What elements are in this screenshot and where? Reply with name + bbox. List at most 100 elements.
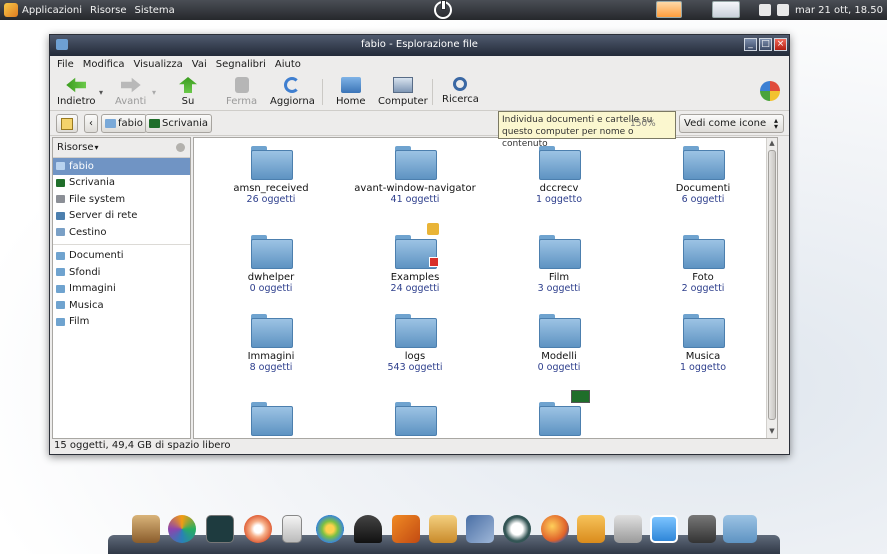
folder-item-dwhelper[interactable]: dwhelper 0 oggetti xyxy=(201,235,341,294)
breadcrumb-scroll-left-button[interactable]: ‹ xyxy=(84,114,98,133)
music-folder-icon[interactable] xyxy=(577,515,605,543)
maximize-button[interactable]: □ xyxy=(759,38,772,51)
gimp-icon[interactable] xyxy=(132,515,160,543)
breadcrumb-scrivania[interactable]: Scrivania xyxy=(145,114,213,133)
folder-item-foto[interactable]: Foto 2 oggetti xyxy=(633,235,773,294)
computer-button[interactable]: Computer xyxy=(378,77,428,107)
terminal-icon[interactable] xyxy=(206,515,234,543)
folder-icon xyxy=(539,314,581,348)
search-button[interactable]: Ricerca xyxy=(442,77,479,105)
folder-item-amsn-received[interactable]: amsn_received 26 oggetti xyxy=(201,146,341,205)
file-icon-view[interactable]: amsn_received 26 oggetti avant-window-na… xyxy=(193,137,778,439)
sidebar-item-immagini[interactable]: Immagini xyxy=(53,281,190,298)
sidebar-item-musica[interactable]: Musica xyxy=(53,297,190,314)
folder-item-documenti[interactable]: Documenti 6 oggetti xyxy=(633,146,773,205)
folder-count: 543 oggetti xyxy=(387,362,443,373)
chat-icon[interactable] xyxy=(650,515,678,543)
forward-label: Avanti xyxy=(115,96,147,107)
nautilus-icon[interactable] xyxy=(354,515,382,543)
sidebar-item-server-di-rete[interactable]: Server di rete xyxy=(53,208,190,225)
folder-item[interactable] xyxy=(489,390,629,438)
folder-count: 1 oggetto xyxy=(679,362,727,373)
sidebar-item-cestino[interactable]: Cestino xyxy=(53,224,190,241)
back-button[interactable]: Indietro xyxy=(57,77,96,107)
folder-icon[interactable] xyxy=(723,515,757,543)
sidebar-item-scrivania[interactable]: Scrivania xyxy=(53,175,190,192)
sidebar-item-documenti[interactable]: Documenti xyxy=(53,248,190,265)
folder-item-musica[interactable]: Musica 1 oggetto xyxy=(633,314,773,373)
minimize-button[interactable]: _ xyxy=(744,38,757,51)
close-button[interactable]: × xyxy=(774,38,787,51)
sidebar-item-file-system[interactable]: File system xyxy=(53,191,190,208)
up-arrow-icon xyxy=(179,77,197,93)
settings-icon[interactable] xyxy=(688,515,716,543)
forward-history-chevron-icon[interactable]: ▾ xyxy=(152,88,156,97)
menu-modifica[interactable]: Modifica xyxy=(83,59,125,70)
vertical-scrollbar[interactable]: ▲ ▼ xyxy=(766,138,777,438)
menu-vai[interactable]: Vai xyxy=(192,59,207,70)
menu-aiuto[interactable]: Aiuto xyxy=(275,59,301,70)
stop-button[interactable]: Ferma xyxy=(226,77,257,107)
power-icon[interactable] xyxy=(434,0,452,19)
msn-icon[interactable] xyxy=(168,515,196,543)
sidebar-item-film[interactable]: Film xyxy=(53,314,190,331)
molecule-icon[interactable] xyxy=(316,515,344,543)
taskbar-window-button[interactable] xyxy=(712,1,740,18)
menu-sistema[interactable]: Sistema xyxy=(135,5,175,16)
menu-segnalibri[interactable]: Segnalibri xyxy=(216,59,266,70)
network-icon[interactable] xyxy=(503,515,531,543)
breadcrumb-scrivania-label: Scrivania xyxy=(162,118,209,129)
menu-applicazioni[interactable]: Applicazioni xyxy=(22,5,82,16)
volume-icon[interactable] xyxy=(776,4,789,16)
distro-logo-icon[interactable] xyxy=(4,3,18,17)
menu-visualizza[interactable]: Visualizza xyxy=(134,59,183,70)
screenshot-icon[interactable] xyxy=(466,515,494,543)
sidebar-header[interactable]: Risorse ▾ xyxy=(53,138,190,158)
firefox-icon[interactable] xyxy=(541,515,569,543)
reload-button[interactable]: Aggiorna xyxy=(270,77,315,107)
toggle-location-entry-button[interactable] xyxy=(56,114,78,133)
cd-burner-icon[interactable] xyxy=(244,515,272,543)
sidebar-item-sfondi[interactable]: Sfondi xyxy=(53,264,190,281)
folder-item[interactable] xyxy=(345,402,485,438)
home-button[interactable]: Home xyxy=(336,77,366,107)
forward-arrow-icon xyxy=(120,77,141,93)
folder-item-film[interactable]: Film 3 oggetti xyxy=(489,235,629,294)
view-mode-label: Vedi come icone xyxy=(684,118,767,129)
folder-name: logs xyxy=(404,351,426,362)
panel-menus: Applicazioni Risorse Sistema xyxy=(22,5,183,16)
view-mode-select[interactable]: Vedi come icone ▴ ▾ xyxy=(679,114,784,133)
folder-item-logs[interactable]: logs 543 oggetti xyxy=(345,314,485,373)
breadcrumb-fabio[interactable]: fabio xyxy=(101,114,147,133)
zoom-level[interactable]: 150% xyxy=(630,119,656,129)
titlebar[interactable]: fabio - Esplorazione file _ □ × xyxy=(50,35,789,56)
taskbar-firefox-button[interactable] xyxy=(656,1,682,18)
folder-item-immagini[interactable]: Immagini 8 oggetti xyxy=(201,314,341,373)
menubar: File Modifica Visualizza Vai Segnalibri … xyxy=(50,56,789,73)
folder-item-avant-window-navigator[interactable]: avant-window-navigator 41 oggetti xyxy=(345,146,485,205)
folder-item[interactable] xyxy=(201,402,341,438)
network-icon[interactable] xyxy=(758,4,771,16)
scroll-up-icon[interactable]: ▲ xyxy=(767,139,777,149)
up-button[interactable]: Su xyxy=(178,77,198,107)
folder-count: 6 oggetti xyxy=(681,194,725,205)
clock[interactable]: mar 21 ott, 18.50 xyxy=(795,5,883,16)
bookmark-icon[interactable] xyxy=(392,515,420,543)
search-label: Ricerca xyxy=(442,94,479,105)
back-history-chevron-icon[interactable]: ▾ xyxy=(99,88,103,97)
folder-item-dccrecv[interactable]: dccrecv 1 oggetto xyxy=(489,146,629,205)
folder-icon xyxy=(56,317,65,326)
sidebar-close-icon[interactable] xyxy=(176,143,185,152)
menu-risorse[interactable]: Risorse xyxy=(90,5,127,16)
menu-file[interactable]: File xyxy=(57,59,74,70)
forward-button[interactable]: Avanti xyxy=(115,77,146,107)
sidebar-item-fabio[interactable]: fabio xyxy=(53,158,190,175)
scrollbar-thumb[interactable] xyxy=(768,150,776,420)
scroll-down-icon[interactable]: ▼ xyxy=(767,427,777,437)
folder-item-examples[interactable]: Examples 24 oggetti xyxy=(345,223,485,294)
folder-item-modelli[interactable]: Modelli 0 oggetti xyxy=(489,314,629,373)
tools-icon[interactable] xyxy=(614,515,642,543)
folder-name: dccrecv xyxy=(539,183,579,194)
ipod-icon[interactable] xyxy=(282,515,302,543)
archive-icon[interactable] xyxy=(429,515,457,543)
